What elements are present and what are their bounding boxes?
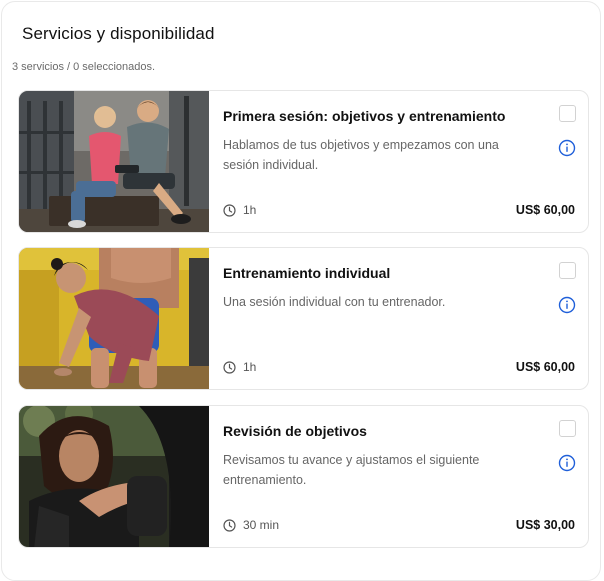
service-card-entrenamiento-individual[interactable]: Entrenamiento individual Una sesión indi…	[18, 247, 589, 390]
service-duration: 1h	[223, 203, 256, 217]
service-card-body: Primera sesión: objetivos y entrenamient…	[223, 91, 588, 232]
clock-icon	[223, 203, 236, 217]
service-title: Entrenamiento individual	[223, 265, 391, 281]
info-icon[interactable]	[558, 296, 576, 314]
page-title: Servicios y disponibilidad	[22, 24, 215, 43]
select-checkbox[interactable]	[559, 262, 576, 279]
service-title: Primera sesión: objetivos y entrenamient…	[223, 108, 506, 124]
duration-label: 1h	[243, 203, 257, 217]
clock-icon	[223, 360, 236, 374]
selection-summary: 3 servicios / 0 seleccionados.	[12, 61, 156, 73]
clock-icon	[223, 518, 236, 532]
service-price: US$ 60,00	[515, 203, 575, 217]
service-card-body: Entrenamiento individual Una sesión indi…	[223, 248, 588, 389]
service-duration: 30 min	[223, 518, 279, 532]
service-description: Hablamos de tus objetivos y empezamos co…	[223, 138, 499, 172]
duration-label: 1h	[243, 360, 257, 374]
service-price: US$ 60,00	[515, 360, 575, 374]
service-card-revision-de-objetivos[interactable]: Revisión de objetivos Revisamos tu avanc…	[18, 405, 589, 548]
service-duration: 1h	[223, 360, 256, 374]
trainer-consultation-photo	[19, 91, 209, 232]
duration-label: 30 min	[243, 518, 280, 532]
service-description: Una sesión individual con tu entrenador.	[223, 295, 446, 309]
service-price: US$ 30,00	[515, 518, 575, 532]
info-icon[interactable]	[558, 454, 576, 472]
service-card-body: Revisión de objetivos Revisamos tu avanc…	[223, 406, 588, 547]
service-image	[19, 91, 209, 232]
personal-training-photo	[19, 248, 209, 389]
service-description: Revisamos tu avance y ajustamos el sigui…	[223, 453, 480, 487]
info-icon[interactable]	[558, 139, 576, 157]
service-card-primera-sesion[interactable]: Primera sesión: objetivos y entrenamient…	[18, 90, 589, 233]
select-checkbox[interactable]	[559, 105, 576, 122]
boxing-training-photo	[19, 406, 209, 547]
service-title: Revisión de objetivos	[223, 423, 367, 439]
services-panel: Servicios y disponibilidad 3 servicios /…	[1, 1, 601, 581]
service-image	[19, 406, 209, 547]
service-image	[19, 248, 209, 389]
select-checkbox[interactable]	[559, 420, 576, 437]
